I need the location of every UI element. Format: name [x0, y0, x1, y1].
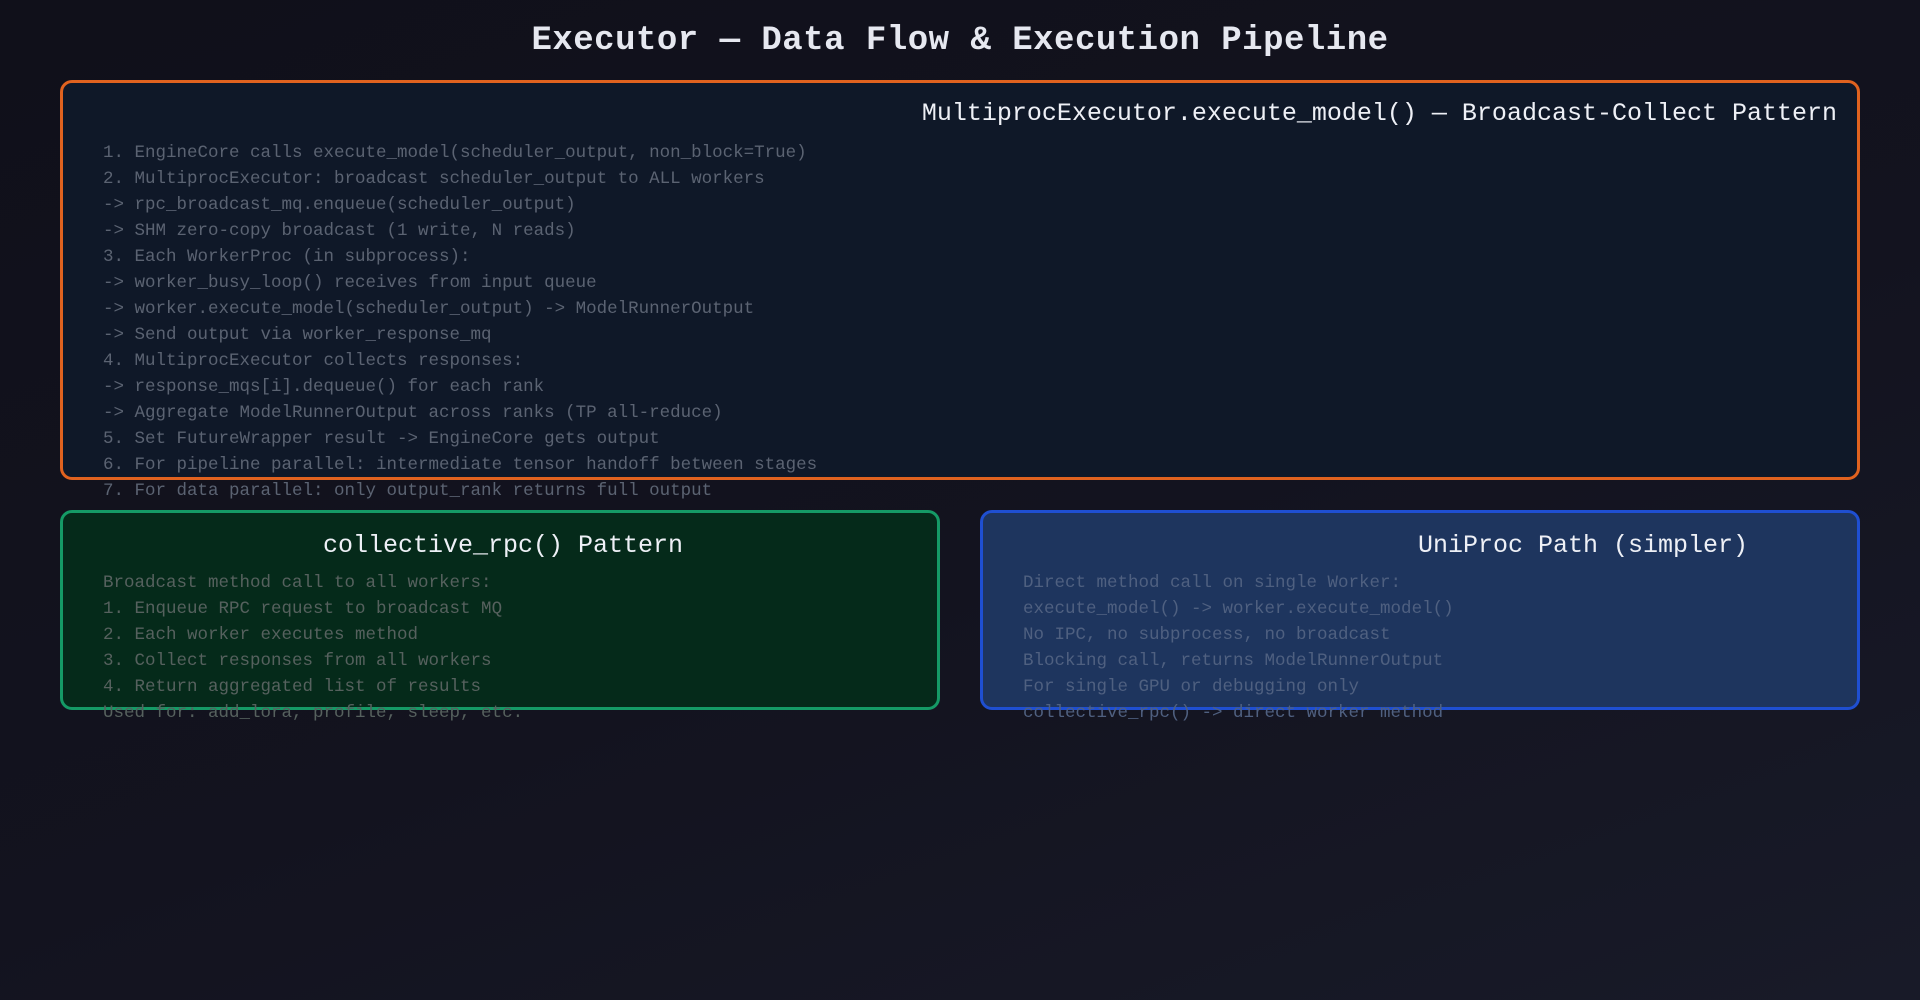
step-line: -> worker.execute_model(scheduler_output… [103, 299, 755, 319]
uniproc-line: No IPC, no subprocess, no broadcast [1023, 625, 1391, 645]
step-line: -> worker_busy_loop() receives from inpu… [103, 273, 597, 293]
uniproc-line: Direct method call on single Worker: [1023, 573, 1402, 593]
step-line: -> Send output via worker_response_mq [103, 325, 492, 345]
page-title: Executor — Data Flow & Execution Pipelin… [531, 22, 1389, 60]
step-line: 1. EngineCore calls execute_model(schedu… [103, 143, 807, 163]
multiproc-executor-panel: MultiprocExecutor.execute_model() — Broa… [60, 80, 1860, 501]
rpc-line: 1. Enqueue RPC request to broadcast MQ [103, 599, 503, 619]
rpc-lines-clip: Broadcast method call to all workers: 1.… [63, 513, 937, 733]
uniproc-panel: UniProc Path (simpler) Direct method cal… [980, 510, 1860, 723]
collective-rpc-panel: collective_rpc() Pattern Broadcast metho… [60, 510, 940, 723]
rpc-line: 4. Return aggregated list of results [103, 677, 482, 697]
uniproc-lines-clip: Direct method call on single Worker: exe… [983, 513, 1857, 733]
step-line: 5. Set FutureWrapper result -> EngineCor… [103, 429, 660, 449]
step-line: 6. For pipeline parallel: intermediate t… [103, 455, 818, 475]
uniproc-line: Blocking call, returns ModelRunnerOutput [1023, 651, 1444, 671]
rpc-line: 2. Each worker executes method [103, 625, 419, 645]
uniproc-line: collective_rpc() -> direct worker method [1023, 703, 1444, 723]
uniproc-step-list: Direct method call on single Worker: exe… [1023, 570, 1454, 726]
rpc-line: Used for: add_lora, profile, sleep, etc. [103, 703, 524, 723]
uniproc-line: execute_model() -> worker.execute_model(… [1023, 599, 1454, 619]
step-line: -> Aggregate ModelRunnerOutput across ra… [103, 403, 723, 423]
step-line: -> response_mqs[i].dequeue() for each ra… [103, 377, 545, 397]
step-line: -> SHM zero-copy broadcast (1 write, N r… [103, 221, 576, 241]
step-line: -> rpc_broadcast_mq.enqueue(scheduler_ou… [103, 195, 576, 215]
uniproc-line: For single GPU or debugging only [1023, 677, 1360, 697]
step-line: 2. MultiprocExecutor: broadcast schedule… [103, 169, 765, 189]
multiproc-lines-clip: 1. EngineCore calls execute_model(schedu… [63, 83, 1857, 515]
step-line: 3. Each WorkerProc (in subprocess): [103, 247, 471, 267]
step-line: 4. MultiprocExecutor collects responses: [103, 351, 524, 371]
rpc-step-list: Broadcast method call to all workers: 1.… [103, 570, 523, 726]
rpc-line: 3. Collect responses from all workers [103, 651, 492, 671]
step-line: 7. For data parallel: only output_rank r… [103, 481, 713, 501]
multiproc-step-list: 1. EngineCore calls execute_model(schedu… [103, 140, 817, 504]
rpc-line: Broadcast method call to all workers: [103, 573, 492, 593]
